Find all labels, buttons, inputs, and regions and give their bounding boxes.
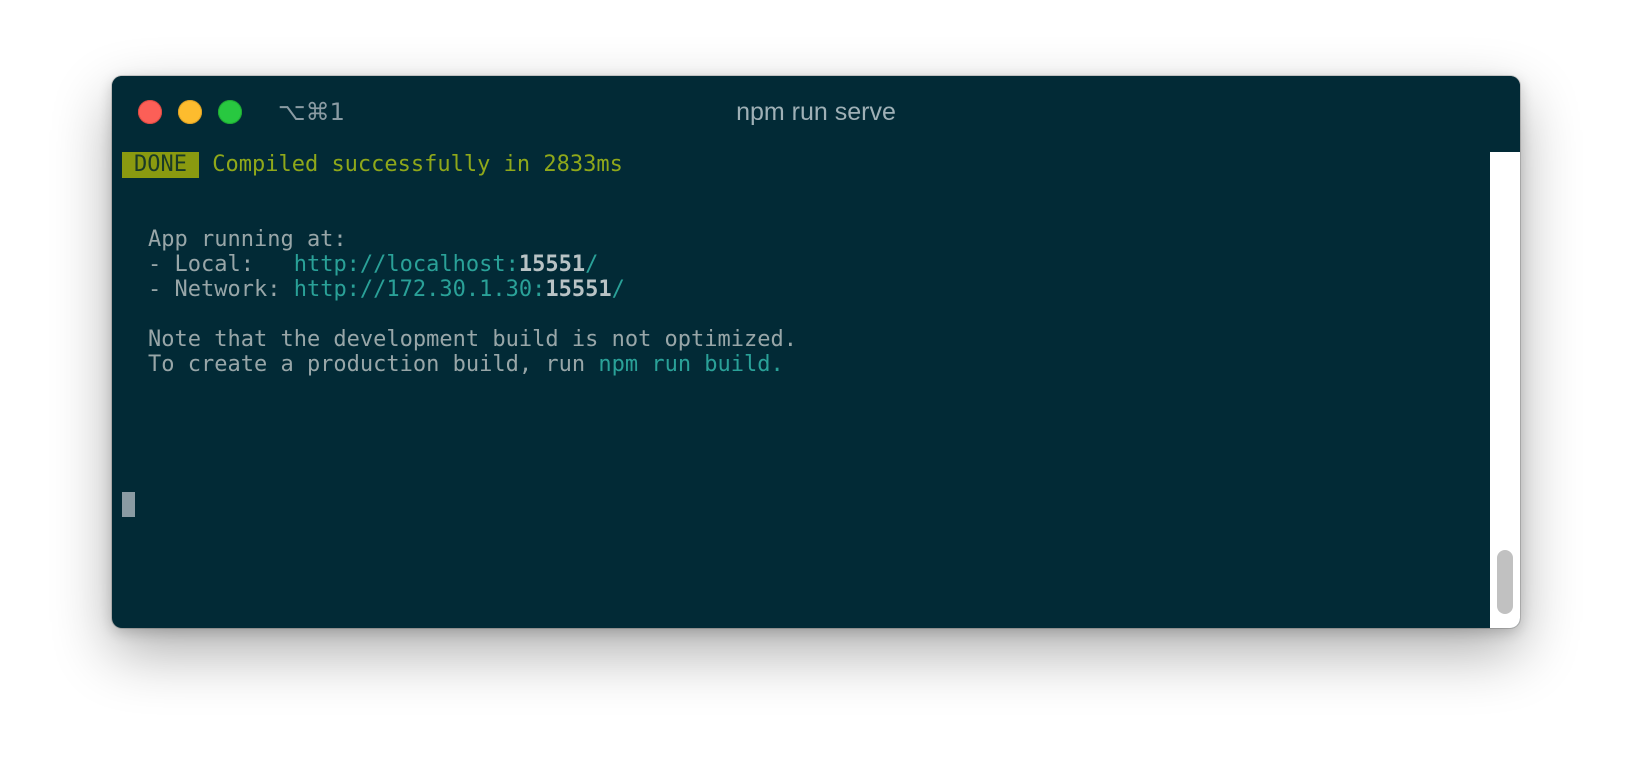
network-label: - Network: (148, 277, 294, 302)
local-port: 15551 (518, 252, 586, 277)
terminal-cursor (122, 492, 135, 517)
prod-line-suffix: . (770, 352, 784, 377)
compile-status-line: DONE Compiled successfully in 2833ms (122, 152, 623, 178)
done-badge: DONE (122, 152, 199, 178)
network-url-suffix: / (611, 277, 625, 302)
local-url-link[interactable]: http://localhost:15551/ (294, 252, 599, 277)
network-url-line: - Network: http://172.30.1.30:15551/ (148, 277, 625, 303)
local-label: - Local: (148, 252, 294, 277)
network-url-prefix: http://172.30.1.30: (293, 277, 546, 302)
local-url-prefix: http://localhost: (293, 252, 519, 277)
compiled-message: Compiled successfully in 2833ms (212, 152, 623, 177)
production-build-line: To create a production build, run npm ru… (148, 352, 784, 378)
title-bar[interactable]: ⌥⌘1 npm run serve (112, 76, 1520, 152)
note-line: Note that the development build is not o… (148, 327, 798, 352)
terminal-window: ⌥⌘1 npm run serve DONE Compiled successf… (112, 76, 1520, 628)
network-url-link[interactable]: http://172.30.1.30:15551/ (294, 277, 625, 302)
window-title: npm run serve (736, 98, 896, 126)
scrollbar-thumb[interactable] (1497, 550, 1513, 614)
scrollbar-track[interactable] (1490, 152, 1520, 628)
build-command: npm run build (598, 352, 771, 377)
prod-line-prefix: To create a production build, run (148, 352, 599, 377)
network-port: 15551 (545, 277, 612, 302)
local-url-line: - Local: http://localhost:15551/ (148, 252, 598, 278)
app-running-line: App running at: (148, 227, 347, 252)
local-url-suffix: / (585, 252, 599, 277)
terminal-output[interactable]: DONE Compiled successfully in 2833ms App… (122, 152, 1422, 628)
